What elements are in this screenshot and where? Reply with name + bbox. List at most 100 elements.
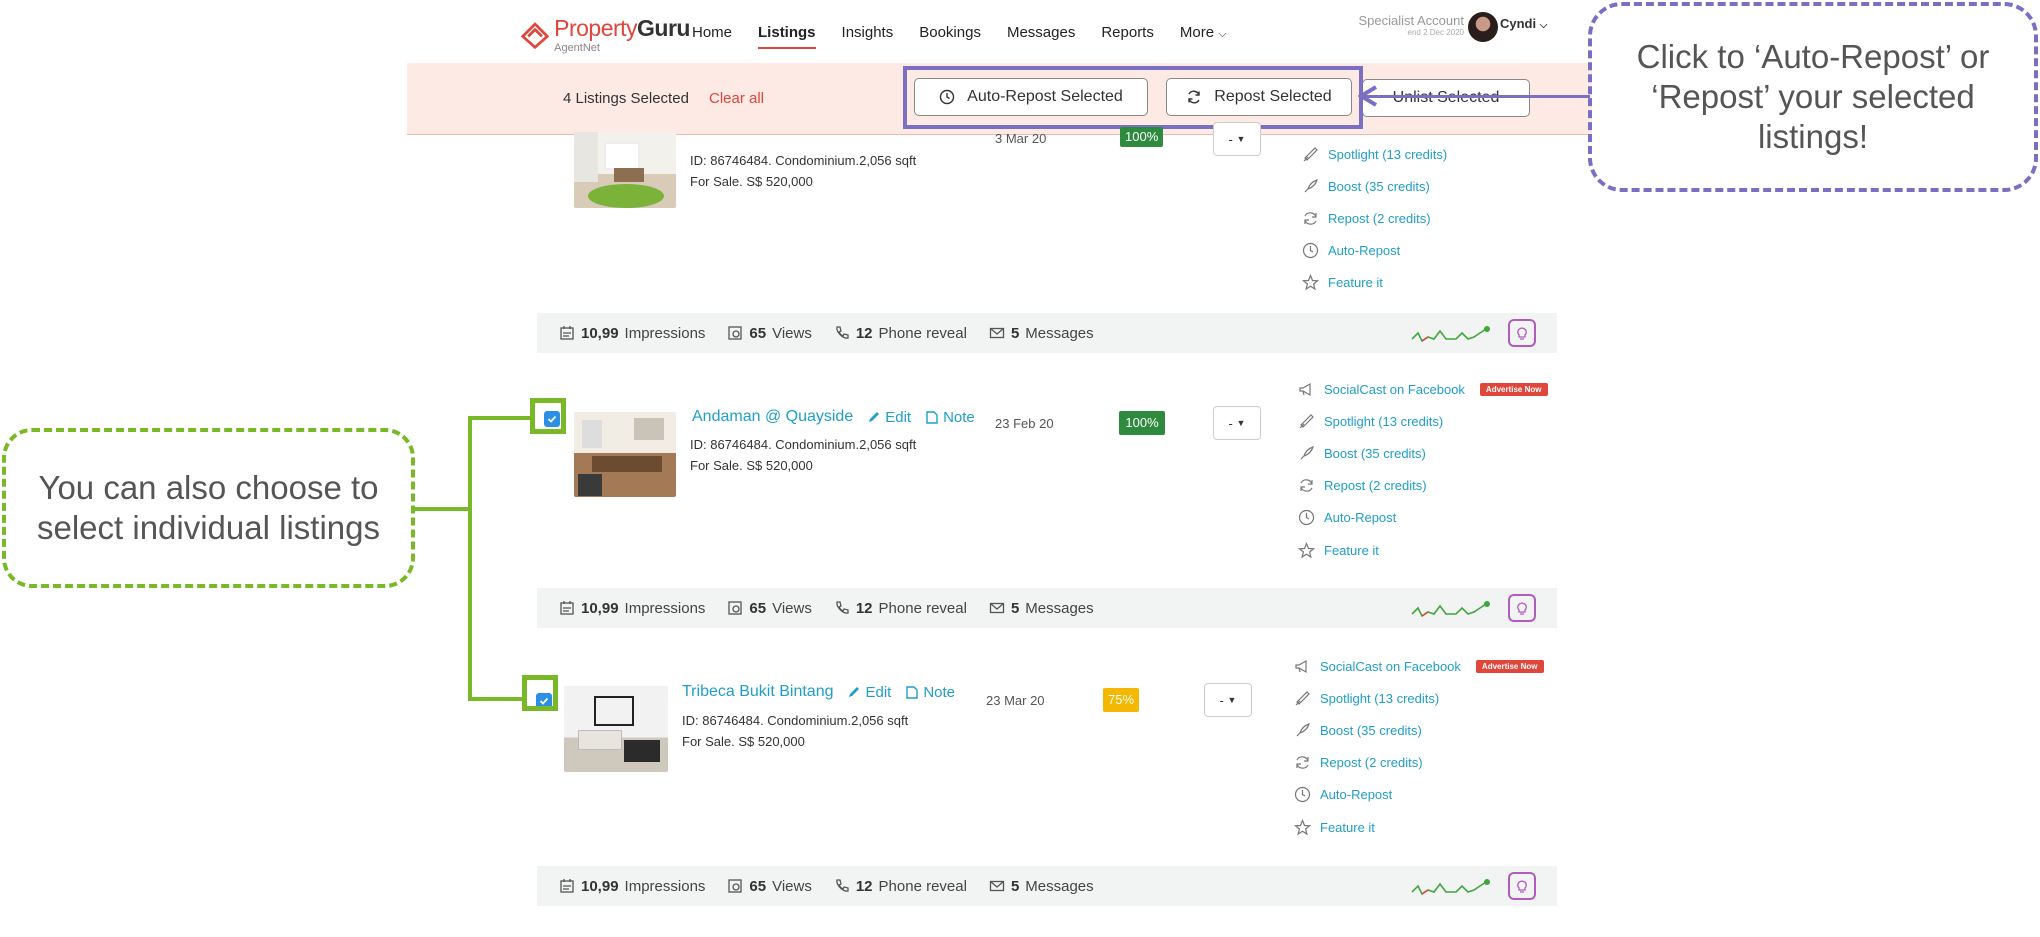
rocket-icon: [1296, 723, 1310, 737]
listing-3-note[interactable]: Note: [905, 684, 955, 701]
avatar[interactable]: [1468, 12, 1498, 42]
nav-insights[interactable]: Insights: [842, 24, 894, 49]
impressions-value: 10,99: [581, 324, 619, 342]
advertise-now-badge[interactable]: Advertise Now: [1475, 659, 1544, 673]
messages-stat: 5 Messages: [989, 878, 1094, 895]
auto-repost-action[interactable]: Auto-Repost: [1294, 779, 1544, 811]
listing-2-note[interactable]: Note: [925, 409, 975, 426]
feature-label: Feature it: [1328, 275, 1383, 291]
messages-value: 5: [1010, 324, 1020, 342]
messages-value: 5: [1010, 599, 1020, 617]
auto-repost-action[interactable]: Auto-Repost: [1302, 235, 1447, 267]
feature-action[interactable]: Feature it: [1294, 811, 1544, 843]
listing-2-price: For Sale. S$ 520,000: [690, 458, 813, 473]
views-icon: [728, 879, 743, 893]
green-connector-vertical: [468, 416, 472, 700]
listing-3-title-row: Tribeca Bukit Bintang Edit Note: [682, 683, 955, 701]
impressions-label: Impressions: [624, 877, 706, 895]
user-name: Cyndi: [1500, 16, 1537, 31]
listing-3-thumbnail[interactable]: [564, 686, 668, 772]
listing-2-dropdown[interactable]: - ▼: [1213, 406, 1261, 440]
impressions-icon: [560, 601, 574, 615]
views-icon: [728, 601, 743, 615]
spotlight-action[interactable]: Spotlight (13 credits): [1298, 405, 1548, 437]
refresh-icon: [1300, 479, 1313, 492]
listing-1-id: ID: 86746484. Condominium.2,056 sqft: [690, 153, 917, 168]
listing-3-title[interactable]: Tribeca Bukit Bintang: [682, 683, 833, 701]
sparkline-chart: [1411, 326, 1490, 343]
listing-1-dropdown[interactable]: - ▼: [1213, 122, 1261, 156]
clock-icon: [1298, 510, 1315, 526]
repost-action[interactable]: Repost (2 credits): [1302, 202, 1447, 234]
arrow-head-icon: [1358, 85, 1378, 107]
listing-1-actions: Spotlight (13 credits) Boost (35 credits…: [1302, 138, 1447, 299]
sparkline-chart: [1411, 879, 1490, 896]
sparkline-chart: [1411, 601, 1490, 618]
boost-action[interactable]: Boost (35 credits): [1294, 714, 1544, 746]
impressions-value: 10,99: [581, 599, 619, 617]
phone-icon: [836, 879, 849, 892]
mail-icon: [989, 327, 1005, 339]
listing-2-title[interactable]: Andaman @ Quayside: [692, 408, 853, 426]
socialcast-action[interactable]: SocialCast on Facebook Advertise Now: [1294, 650, 1544, 682]
listing-3-dropdown[interactable]: - ▼: [1204, 683, 1252, 717]
messages-stat: 5 Messages: [989, 600, 1094, 617]
listing-3-actions: SocialCast on Facebook Advertise Now Spot…: [1294, 650, 1544, 843]
nav-home[interactable]: Home: [692, 24, 732, 49]
advertise-now-badge[interactable]: Advertise Now: [1479, 382, 1548, 396]
nav-messages[interactable]: Messages: [1007, 24, 1075, 49]
nav-more-label: More: [1179, 24, 1215, 41]
views-stat: 65 Views: [727, 599, 812, 617]
repost-action[interactable]: Repost (2 credits): [1294, 747, 1544, 779]
phone-icon: [836, 326, 849, 339]
spotlight-action[interactable]: Spotlight (13 credits): [1294, 682, 1544, 714]
impressions-icon: [560, 879, 574, 893]
views-label: Views: [772, 599, 812, 617]
insight-bulb-button[interactable]: [1508, 872, 1536, 900]
clear-all-link[interactable]: Clear all: [709, 90, 764, 107]
boost-action[interactable]: Boost (35 credits): [1302, 170, 1447, 202]
views-label: Views: [772, 877, 812, 895]
nav-more[interactable]: More ⌵: [1180, 24, 1227, 49]
phone-stat: 12 Phone reveal: [834, 600, 967, 617]
logo-subtext: AgentNet: [554, 41, 600, 54]
rocket-icon: [1304, 178, 1318, 193]
propertyguru-logo[interactable]: PropertyGuru AgentNet: [520, 12, 690, 58]
listing-1-thumbnail[interactable]: [574, 132, 676, 208]
impressions-value: 10,99: [581, 877, 619, 895]
socialcast-action[interactable]: SocialCast on Facebook Advertise Now: [1298, 373, 1548, 405]
impressions-icon: [560, 326, 574, 340]
listing-2-meta: ID: 86746484. Condominium.2,056 sqft For…: [690, 434, 916, 476]
views-value: 65: [749, 877, 767, 895]
messages-value: 5: [1010, 877, 1020, 895]
listing-2-thumbnail[interactable]: [574, 412, 676, 497]
listing-2-dropdown-value: -: [1228, 415, 1233, 431]
feature-action[interactable]: Feature it: [1302, 267, 1447, 299]
nav-bookings[interactable]: Bookings: [919, 24, 981, 49]
listing-3-edit[interactable]: Edit: [847, 684, 891, 701]
repost-label: Repost (2 credits): [1328, 210, 1431, 226]
auto-repost-action[interactable]: Auto-Repost: [1298, 502, 1548, 534]
highlight-box-green-1: [530, 398, 566, 434]
listing-2-edit[interactable]: Edit: [867, 409, 911, 426]
phone-icon: [836, 601, 849, 614]
nav-reports[interactable]: Reports: [1101, 24, 1154, 49]
feature-action[interactable]: Feature it: [1298, 534, 1548, 566]
spotlight-action[interactable]: Spotlight (13 credits): [1302, 138, 1447, 170]
refresh-icon: [1296, 756, 1309, 769]
user-menu[interactable]: Cyndi ⌵: [1500, 16, 1547, 31]
boost-action[interactable]: Boost (35 credits): [1298, 437, 1548, 469]
stats-bar-3: 10,99 Impressions 65 Views 12 Phone reveal …: [537, 866, 1557, 906]
insight-bulb-button[interactable]: [1508, 319, 1536, 347]
nav-listings[interactable]: Listings: [758, 24, 816, 49]
rocket-icon: [1300, 446, 1314, 460]
chevron-down-icon: ⌵: [1539, 20, 1548, 31]
clock-icon: [1294, 787, 1311, 803]
insight-bulb-button[interactable]: [1508, 594, 1536, 622]
boost-label: Boost (35 credits): [1320, 722, 1422, 738]
pencil-icon: [849, 687, 860, 697]
phone-value: 12: [855, 324, 873, 342]
repost-action[interactable]: Repost (2 credits): [1298, 470, 1548, 502]
unlist-selected-button[interactable]: Unlist Selected: [1362, 79, 1530, 117]
phone-label: Phone reveal: [878, 324, 967, 342]
